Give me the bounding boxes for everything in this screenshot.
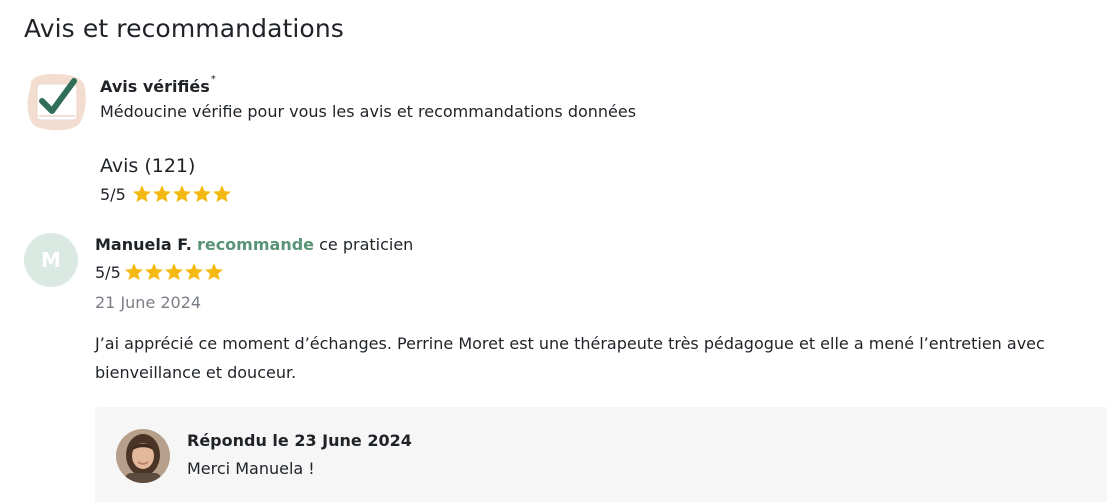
avatar: M xyxy=(24,233,78,287)
verified-check-icon xyxy=(25,72,87,132)
star-icon xyxy=(212,185,231,203)
summary-rating-text: 5/5 xyxy=(100,184,126,204)
star-icon xyxy=(184,263,203,281)
verified-description: Médoucine vérifie pour vous les avis et … xyxy=(100,102,637,121)
star-icon xyxy=(204,263,223,281)
verified-reviews-title: Avis vérifiés* xyxy=(100,74,216,96)
practitioner-avatar xyxy=(116,429,170,483)
review-header: Manuela F. recommande ce praticien xyxy=(95,235,413,254)
review-stars xyxy=(124,262,224,282)
star-icon xyxy=(192,185,211,203)
star-icon xyxy=(124,263,143,281)
review-header-tail: ce praticien xyxy=(319,235,414,254)
star-icon xyxy=(164,263,183,281)
review-text: J’ai apprécié ce moment d’échanges. Perr… xyxy=(95,334,1045,382)
review-recommends: recommande xyxy=(196,235,315,254)
reviews-count-title: Avis (121) xyxy=(100,155,196,177)
review-author: Manuela F. xyxy=(95,235,192,254)
star-icon xyxy=(172,185,191,203)
verified-asterisk: * xyxy=(210,74,216,85)
summary-stars xyxy=(132,184,232,204)
review-rating-text: 5/5 xyxy=(95,262,121,282)
section-title: Avis et recommandations xyxy=(24,14,344,43)
star-icon xyxy=(144,263,163,281)
star-icon xyxy=(152,185,171,203)
reply-text: Merci Manuela ! xyxy=(187,459,315,478)
review-rating: 5/5 xyxy=(95,262,224,282)
review-date: 21 June 2024 xyxy=(95,293,202,312)
reply-title: Répondu le 23 June 2024 xyxy=(187,431,412,450)
verified-title-text: Avis vérifiés xyxy=(100,77,210,96)
star-icon xyxy=(132,185,151,203)
summary-rating: 5/5 xyxy=(100,184,232,204)
practitioner-reply: Répondu le 23 June 2024 Merci Manuela ! xyxy=(95,407,1107,502)
reviews-section: Avis et recommandations Avis vérifiés* M… xyxy=(0,0,1107,502)
